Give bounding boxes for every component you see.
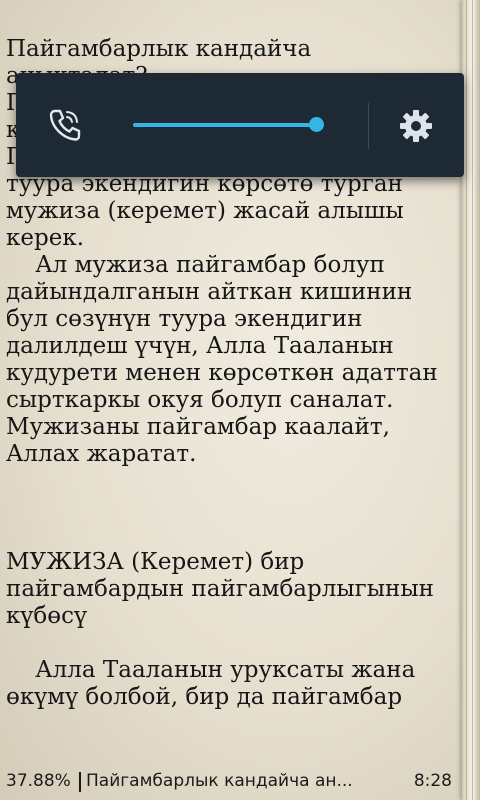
- phone-ringer-icon[interactable]: [48, 107, 82, 143]
- volume-quick-panel: [16, 73, 464, 177]
- section-heading: МУЖИЗА (Керемет) бир пайгамбардын пайгам…: [6, 549, 442, 629]
- volume-slider-thumb[interactable]: [309, 117, 324, 132]
- reader-status-bar: 37.88% Пайгамбарлык кандайча ан... 8:28: [0, 764, 462, 800]
- paragraph: Ал мужиза пайгамбар болуп дайындалганын …: [6, 252, 446, 467]
- clock-time: 8:28: [413, 771, 452, 791]
- reading-progress: 37.88%: [6, 771, 71, 791]
- status-separator: [79, 772, 81, 792]
- page-curl-edge[interactable]: [462, 0, 480, 800]
- panel-divider: [368, 103, 369, 149]
- paragraph: Алла Тааланын уруксаты жана өкүмү болбой…: [6, 657, 423, 710]
- volume-slider-track[interactable]: [133, 123, 317, 127]
- gear-icon[interactable]: [398, 108, 434, 144]
- book-title: Пайгамбарлык кандайча ан...: [86, 771, 353, 791]
